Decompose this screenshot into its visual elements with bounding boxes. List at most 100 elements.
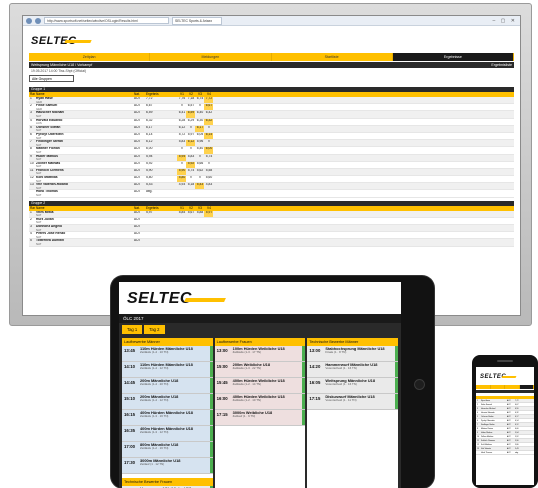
attempt-cell: 5,80 [177, 176, 186, 183]
event-time: 16:00 [216, 396, 228, 401]
table-row[interactable]: 13 Vrié Valentin-Roland NAT AUT 5,43 4,93 5,18… [29, 183, 514, 191]
table-row[interactable]: 6 Pyrolyt Oberstein NAT AUT 6,14 5,72 5,97 6,05… [29, 132, 514, 141]
nav-tab-meldungen[interactable]: Meldungen [150, 53, 272, 61]
nation-cell: AUT [134, 217, 141, 221]
attempt-cell: x [181, 104, 183, 108]
attempt-cell: 4,83 [205, 183, 213, 187]
phone-results: 1 Ryan Hase AUT 7,72 2 Finke Samuel AUT 6,67 3 Ha… [476, 399, 534, 455]
home-button[interactable] [414, 379, 425, 390]
table-row[interactable]: 5 Totternea Dumitin NAT AUT [29, 239, 514, 247]
attempt-cell: 4,93 [178, 183, 186, 187]
table-row[interactable]: 8 Mattner Florian NAT AUT 6,00 x x 5,40 6,00 [29, 147, 514, 155]
table-row[interactable]: 1 Ryan Hase GER AUT 7,72 7,76 7,18 6,74 7,72 [29, 97, 514, 105]
schedule-event[interactable]: 16:35 400m Hürden Männliche U18 Zeitläufe … [122, 426, 213, 442]
forward-icon[interactable] [35, 17, 41, 24]
table-row[interactable]: 3 Dohnonz Angelo NAT AUT [29, 225, 514, 233]
attempt-cell: x [190, 176, 192, 180]
attempt-cell: 5,43 [195, 183, 204, 190]
attempt-cell: x [181, 161, 183, 165]
address-bar[interactable]: http://www.sportsoft.net/seltec/wbclive/… [44, 17, 169, 24]
meeting-title: ÖLC 2017 [119, 314, 401, 323]
table-row[interactable]: 12 Kohl Matthias NAT AUT 5,80 5,80 x x 5,60 [29, 176, 514, 184]
table-row[interactable]: 3 Hauscher Michael NAT AUT 6,59 6,41 6,59 6,40 6… [29, 111, 514, 119]
back-icon[interactable] [26, 17, 32, 24]
schedule-event[interactable]: 15:45 400m Hürden Weibliche U18 Zeitläufe … [214, 378, 306, 394]
schedule-event[interactable]: 15:00 200m Weibliche U18 Zeitläufe (1-3 · … [214, 362, 306, 378]
attempt-cell [177, 225, 186, 231]
schedule-event[interactable]: 13:00 Stabhochsprung Männliche U18 Finale … [307, 346, 399, 362]
schedule-event[interactable]: 14:20 Hammerwurf Männliche U18 Vorentschei… [307, 362, 399, 378]
phone-cell: Hönk Thomas [481, 452, 493, 454]
group-select[interactable]: Alle Gruppen [29, 75, 74, 82]
phone-nav-item[interactable] [505, 385, 520, 389]
schedule-event[interactable]: 14:10 110m Hürden Männliche U18 Zeitläufe … [122, 362, 213, 378]
schedule-event[interactable]: 16:15 400m Hürden Männliche U18 Zeitläufe … [122, 410, 213, 426]
event-detail: Zeitläufe (1-4 · 20 TN) [140, 382, 169, 387]
event-detail: Zeitläufe (1-4 · 12 TN) [140, 398, 169, 403]
attempt-cell: 6,14 [204, 132, 213, 140]
phone-nav-item[interactable] [490, 385, 505, 389]
phone-cell: Horvatz Eduardo [481, 412, 495, 414]
table-row[interactable]: 4 Horvatz Eduardo AUS AUT 6,32 6,28 6,29 6,30 6,… [29, 118, 514, 126]
nav-tab-startliste[interactable]: Startliste [271, 53, 393, 61]
phone-nav-item[interactable] [519, 385, 534, 389]
window-controls[interactable]: – ▢ ✕ [493, 18, 517, 24]
attempt-cell: 5,90 [177, 168, 186, 176]
seltec-logo[interactable]: SELTEC [127, 290, 401, 310]
table-row[interactable]: 1 Vries Mittia NAT AUT 5,97 5,84 5,67 5,88 5,97 [29, 210, 514, 218]
schedule-event[interactable]: 17:30 3000m Männliche U18 Zeitlauf (1 · 12… [122, 458, 213, 474]
athlete-cell: Ochsner Stefan NAT [35, 126, 133, 132]
schedule-column: Laufbewerbe Männer 13:45 110m Hürden Männl… [122, 338, 213, 488]
table-row[interactable]: 11 Fröhlich Clemens NAT AUT 5,90 5,90 5,74 5,62… [29, 168, 514, 177]
attempt-cell: 6,67 [204, 104, 213, 111]
event-detail: Zeitläufe (1-4 · 12 TN) [140, 366, 169, 371]
schedule-event[interactable]: 13:45 110m Hürden Männliche U18 Zeitläufe … [122, 346, 213, 362]
browser-tab[interactable]: SELTEC Sports & Ariaxx [172, 16, 222, 25]
athlete-cell: Vrié Valentin-Roland NAT [35, 183, 133, 189]
phone-nav-item[interactable] [476, 385, 491, 389]
athlete-cell: Fröhlich Clemens NAT [35, 169, 133, 175]
table-row[interactable]: 10 Zöllner Mathias NAT AUT 5,92 x 5,92 5,66 x [29, 161, 514, 169]
schedule-event[interactable]: 14:45 200m Männliche U18 Zeitläufe (1-4 · … [122, 378, 213, 394]
athlete-club: NAT [36, 149, 42, 154]
phone-row[interactable]: Hönk Thomas AUT abg. [476, 451, 534, 455]
table-row[interactable]: Hönk Thomas NAT AUT abg. [29, 190, 514, 198]
schedule-event[interactable]: 16:00 400m Hürden Weibliche U18 Zeitläufe … [214, 394, 306, 410]
table-row[interactable]: 2 Finke Samuel GER AUT 6,67 x 6,57 x 6,67 [29, 104, 514, 112]
table-row[interactable]: 5 Ochsner Stefan NAT AUT 6,17 6,12 x 6,17 x [29, 125, 514, 133]
result-cell: abg. [146, 190, 153, 194]
result-cell: 5,80 [146, 176, 153, 180]
table-row[interactable]: 4 Peters Jose Renzo NAT AUT [29, 232, 514, 240]
table-row[interactable]: 7 Findlinger Stefan NAT AUT 6,12 5,83 6,12 5,96… [29, 140, 514, 148]
event-detail: Vorentscheid (1 · 11 TN) [325, 398, 357, 403]
seltec-logo[interactable]: SELTEC [480, 374, 534, 383]
nav-tab-ergebnisse[interactable]: Ergebnisse [392, 53, 514, 61]
event-detail: Zeitläufe (1-3 · 12 TN) [140, 430, 169, 435]
day-tabs: Tag 1 Tag 2 [119, 323, 401, 336]
day-tab[interactable]: Tag 2 [144, 325, 165, 334]
phone-cell: AUT [507, 420, 511, 422]
schedule-event[interactable]: 17:15 Diskuswurf Männliche U18 Vorentschei… [307, 394, 399, 410]
table-row[interactable]: 2 Rurz Julian NAT AUT [29, 218, 514, 225]
nav-tab-zeitplan[interactable]: Zeitplan [29, 53, 151, 61]
day-tab[interactable]: Tag 1 [122, 325, 143, 334]
event-info: Stabhochsprung Männliche U18 Finale (1 · … [323, 346, 398, 361]
athlete-cell: Mattner Florian NAT [35, 147, 133, 153]
results-site: SELTEC Zeitplan Meldungen Startliste Ergebn… [23, 35, 520, 247]
attempt-cell: 5,83 [178, 140, 186, 144]
athlete-club: GER [36, 99, 43, 104]
event-detail: Zeitläufe (1-3 · 16 TN) [140, 414, 169, 419]
schedule-column: Technische Bewerbe Männer 13:00 Stabhochsp… [307, 338, 399, 488]
schedule-event[interactable]: 13:00 100m Hürden Weibliche U18 Zeitläufe … [214, 346, 306, 362]
schedule-event[interactable]: 15:10 200m Männliche U18 Zeitläufe (1-4 · … [122, 394, 213, 410]
athlete-cell: Pyrolyt Oberstein NAT [35, 133, 133, 139]
athlete-club: NAT [36, 171, 42, 176]
athlete-cell: Vries Mittia NAT [35, 211, 133, 217]
event-detail: Finale (1 · 8 TN) [325, 350, 347, 355]
table-row[interactable]: 9 Huber Markus NAT AUT 5,94 5,94 5,83 x 5,74 [29, 154, 514, 162]
attempt-cell: 7,18 [187, 97, 195, 100]
schedule-event[interactable]: 17:00 800m Männliche U18 Zeitläufe (1-2 · … [122, 442, 213, 458]
seltec-logo[interactable]: SELTEC [31, 35, 514, 47]
schedule-event[interactable]: 16:05 Weitsprung Männliche U18 Vorentschei… [307, 378, 399, 394]
schedule-event[interactable]: 17:15 3000m Weibliche U18 Zeitlauf (1 · 9 … [214, 410, 306, 426]
